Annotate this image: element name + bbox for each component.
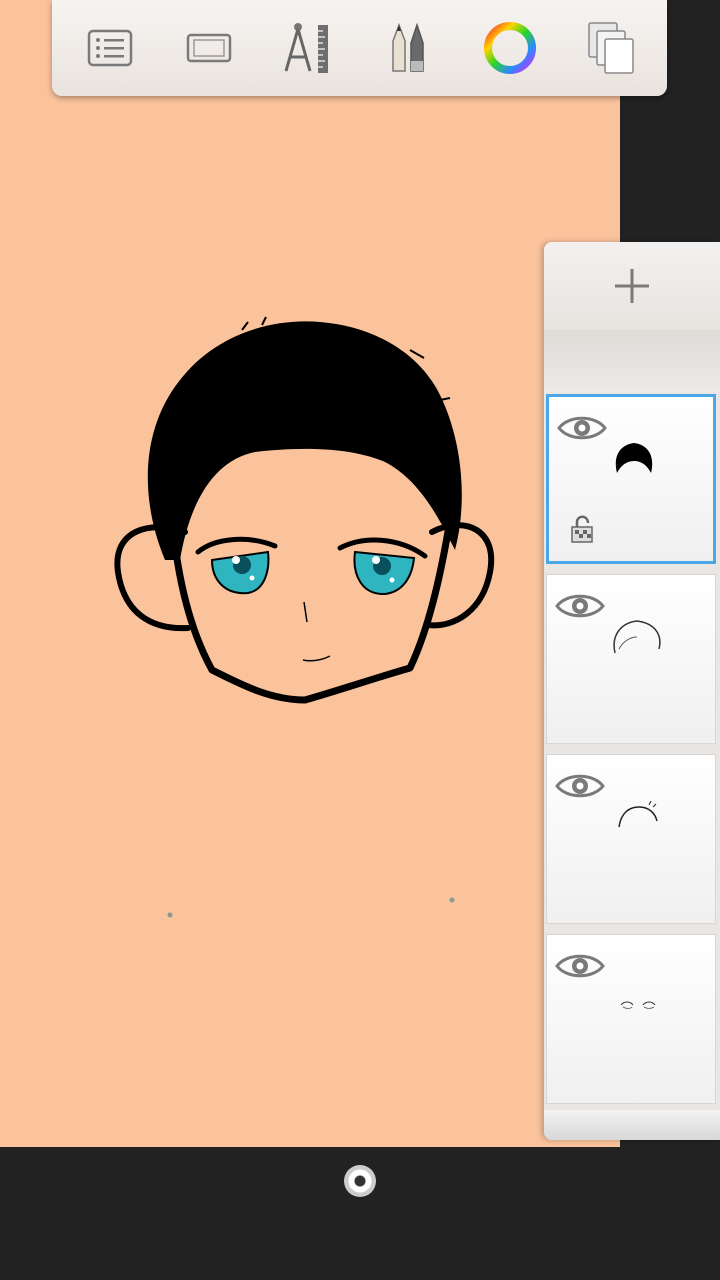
- eye-visible-icon[interactable]: [557, 411, 607, 445]
- color-wheel-icon: [484, 22, 536, 74]
- layer-thumbnail-hair-sketch: [618, 800, 658, 828]
- layer-item-4[interactable]: [546, 934, 716, 1104]
- canvas-button[interactable]: [179, 18, 239, 78]
- layer-item-2[interactable]: [546, 574, 716, 744]
- guides-button[interactable]: [278, 18, 338, 78]
- plus-icon: [615, 269, 649, 303]
- add-layer-button[interactable]: [544, 242, 720, 331]
- layers-panel-footer: [544, 1110, 720, 1140]
- layer-thumbnail-hair-outline: [613, 620, 661, 654]
- brushes-icon: [392, 22, 424, 72]
- canvas-frame-icon: [186, 33, 232, 63]
- layer-item-3[interactable]: [546, 754, 716, 924]
- color-button[interactable]: [480, 18, 540, 78]
- layers-panel: [544, 242, 720, 1140]
- top-toolbar: [52, 0, 667, 96]
- eye-visible-icon[interactable]: [555, 769, 605, 803]
- layer-thumbnail-eyes-sketch: [620, 1001, 656, 1009]
- layers-copy-icon: [588, 22, 634, 74]
- list-menu-icon: [87, 29, 133, 67]
- brushes-button[interactable]: [377, 18, 437, 78]
- layer-thumbnail-hair-fill: [615, 443, 653, 473]
- character-drawing: [114, 316, 495, 918]
- eye-visible-icon[interactable]: [555, 949, 605, 983]
- drawing-canvas[interactable]: [0, 0, 620, 1147]
- layer-item-1[interactable]: [546, 394, 716, 564]
- puck-handle-icon[interactable]: [344, 1165, 376, 1197]
- layers-button[interactable]: [582, 18, 642, 78]
- panel-separator: [544, 330, 720, 392]
- compass-ruler-icon: [284, 23, 328, 73]
- unlock-icon[interactable]: [571, 515, 593, 543]
- eye-visible-icon[interactable]: [555, 589, 605, 623]
- menu-button[interactable]: [80, 18, 140, 78]
